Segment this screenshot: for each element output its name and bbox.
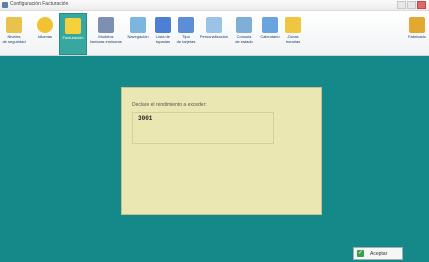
timezone-icon: [285, 17, 301, 33]
toolbar-item-label: Zonas horarias: [285, 34, 301, 44]
factory-icon: [409, 17, 425, 33]
window-title: Configuración Facturación: [10, 1, 69, 7]
window-controls: [397, 1, 426, 9]
toolbar-item-security[interactable]: Niveles de seguridad: [2, 13, 26, 53]
close-icon[interactable]: [417, 1, 426, 9]
app-icon: [2, 2, 8, 8]
globe-icon: [37, 17, 53, 33]
toolbar-item-personalization[interactable]: Personalización: [200, 13, 228, 53]
toolbar-item-label: Consola de estado: [235, 34, 253, 44]
document-models-icon: [98, 17, 114, 33]
security-icon: [6, 17, 22, 33]
toolbar-item-card-types[interactable]: Tipo de tarjetas: [174, 13, 198, 53]
value-field[interactable]: 3001: [132, 112, 274, 144]
toolbar-item-label: Facturación: [62, 35, 84, 40]
toolbar-item-invoice-models[interactable]: Modelos facturas emisoras: [89, 13, 123, 53]
value-text: 3001: [138, 115, 153, 122]
toolbar-item-billing[interactable]: Facturación: [59, 13, 87, 55]
accept-label: Aceptar: [370, 250, 388, 257]
toolbar-item-label: Niveles de seguridad: [2, 34, 26, 44]
toolbar-item-label: Tipo de tarjetas: [176, 34, 196, 44]
toolbar-item-label: Personalización: [199, 34, 229, 39]
title-bar: Configuración Facturación: [0, 0, 429, 11]
toolbar-item-calendar[interactable]: Calendario: [258, 13, 282, 53]
accept-button[interactable]: ✓ Aceptar: [353, 247, 403, 260]
cards-icon: [178, 17, 194, 33]
toolbar-item-navigation[interactable]: Navegación: [124, 13, 152, 53]
toolbar-item-label: Calendario: [260, 34, 280, 39]
dialog-prompt: Declare el rendimiento a exceder:: [132, 102, 207, 108]
toolbar: Niveles de seguridad Idiomas Facturación…: [0, 11, 429, 56]
toolbar-item-manufactured[interactable]: Fabricado: [406, 13, 428, 53]
toolbar-item-label: Lista de topadas: [155, 34, 171, 44]
toolbar-item-label: Navegación: [127, 34, 149, 39]
navigation-icon: [130, 17, 146, 33]
personalize-icon: [206, 17, 222, 33]
status-console-icon: [236, 17, 252, 33]
calendar-icon: [262, 17, 278, 33]
list-icon: [155, 17, 171, 33]
toolbar-item-list[interactable]: Lista de topadas: [152, 13, 174, 53]
check-icon: ✓: [357, 250, 364, 257]
input-dialog: Declare el rendimiento a exceder: 3001: [121, 87, 322, 215]
maximize-icon[interactable]: [407, 1, 416, 9]
toolbar-item-status-console[interactable]: Consola de estado: [232, 13, 256, 53]
toolbar-item-languages[interactable]: Idiomas: [36, 13, 54, 53]
toolbar-item-label: Idiomas: [37, 34, 52, 39]
main-area: Declare el rendimiento a exceder: 3001: [0, 56, 429, 262]
minimize-icon[interactable]: [397, 1, 406, 9]
invoice-icon: [65, 18, 81, 34]
toolbar-item-label: Fabricado: [408, 34, 426, 39]
toolbar-item-timezones[interactable]: Zonas horarias: [282, 13, 304, 53]
toolbar-item-label: Modelos facturas emisoras: [90, 34, 122, 44]
